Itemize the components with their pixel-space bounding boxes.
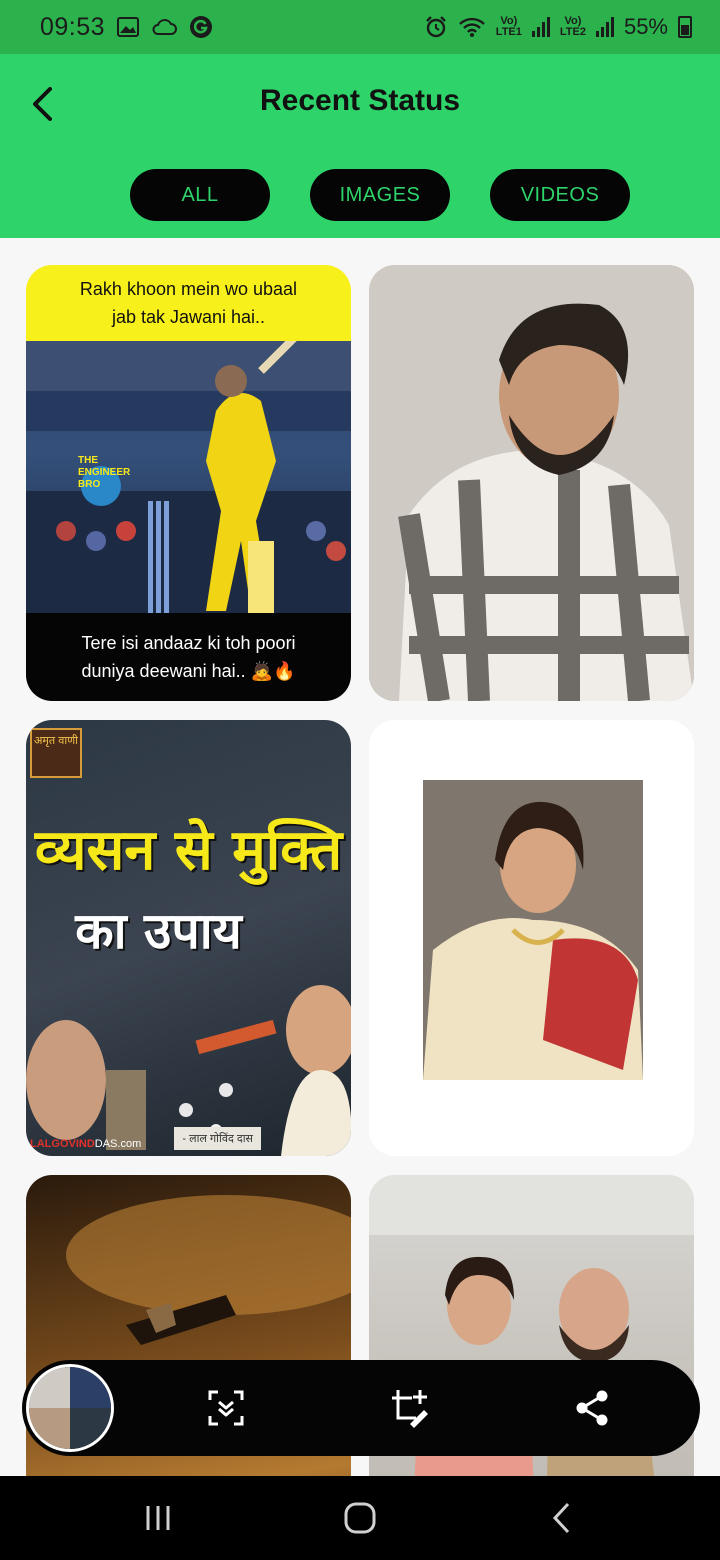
card-bottom-caption: Tere isi andaaz ki toh poori duniya deew… bbox=[26, 613, 351, 701]
website-label: LALGOVINDDAS.com bbox=[30, 1138, 141, 1150]
g-icon bbox=[189, 15, 213, 39]
status-card[interactable] bbox=[369, 720, 694, 1156]
caption-line: duniya deewani hai.. 🙇🔥 bbox=[81, 661, 296, 681]
home-icon bbox=[344, 1502, 376, 1534]
system-nav-bar bbox=[0, 1476, 720, 1560]
signal-icon bbox=[531, 17, 550, 37]
status-bar: 09:53 Vo) LTE1 Vo) LTE2 55% bbox=[0, 0, 720, 54]
wifi-icon bbox=[458, 16, 486, 38]
status-time: 09:53 bbox=[40, 12, 106, 41]
recent-apps-button[interactable] bbox=[138, 1498, 178, 1538]
nav-back-button[interactable] bbox=[542, 1498, 582, 1538]
preview-tile bbox=[70, 1367, 111, 1408]
share-button[interactable] bbox=[570, 1386, 614, 1430]
crop-edit-icon bbox=[392, 1390, 428, 1428]
logo-text: THE ENGINEER BRO bbox=[78, 455, 131, 490]
man-photo bbox=[369, 265, 694, 701]
selected-preview-thumbnail[interactable] bbox=[26, 1364, 114, 1452]
sim2-label: Vo) LTE2 bbox=[559, 15, 586, 38]
caption-line: jab tak Jawani hai.. bbox=[111, 307, 266, 327]
gallery-icon bbox=[117, 17, 140, 37]
screen: 09:53 Vo) LTE1 Vo) LTE2 55% Recent Statu… bbox=[0, 0, 720, 1560]
download-button[interactable] bbox=[204, 1386, 248, 1430]
battery-percent: 55% bbox=[623, 14, 668, 39]
speaker-caption: - लाल गोविंद दास bbox=[174, 1127, 261, 1150]
preview-tile bbox=[29, 1408, 70, 1449]
channel-logo: THE ENGINEER BRO bbox=[78, 455, 152, 495]
preview-tile bbox=[29, 1367, 70, 1408]
woman-photo bbox=[423, 780, 643, 1080]
channel-badge: अमृत वाणी bbox=[30, 728, 82, 778]
site-prefix: LALGOVIND bbox=[30, 1138, 95, 1150]
preview-tile bbox=[70, 1408, 111, 1449]
poster-headline: व्यसन से मुक्ति bbox=[34, 818, 343, 883]
home-button[interactable] bbox=[340, 1498, 380, 1538]
poster-subheadline: का उपाय bbox=[75, 902, 242, 960]
caption-line: Rakh khoon mein wo ubaal bbox=[79, 279, 298, 299]
status-card[interactable]: Rakh khoon mein wo ubaal jab tak Jawani … bbox=[26, 265, 351, 701]
tab-all[interactable]: ALL bbox=[130, 169, 270, 221]
cricket-photo bbox=[26, 341, 351, 613]
alarm-icon bbox=[424, 15, 448, 39]
crop-edit-button[interactable] bbox=[388, 1386, 432, 1430]
filter-tabs: ALL IMAGES VIDEOS bbox=[130, 169, 630, 221]
action-bar bbox=[22, 1360, 700, 1456]
back-icon bbox=[552, 1502, 570, 1534]
battery-icon bbox=[678, 16, 692, 38]
tab-images[interactable]: IMAGES bbox=[310, 169, 450, 221]
cloud-icon bbox=[151, 18, 177, 36]
download-icon bbox=[208, 1390, 244, 1426]
signal-icon bbox=[595, 17, 614, 37]
site-suffix: DAS.com bbox=[94, 1138, 142, 1150]
page-title: Recent Status bbox=[259, 84, 461, 117]
caption-line: Tere isi andaaz ki toh poori bbox=[81, 633, 296, 653]
app-header: Recent Status ALL IMAGES VIDEOS bbox=[0, 54, 720, 238]
sim1-label: Vo) LTE1 bbox=[495, 15, 522, 38]
recent-apps-icon bbox=[146, 1506, 170, 1530]
card-top-caption: Rakh khoon mein wo ubaal jab tak Jawani … bbox=[26, 265, 351, 341]
share-icon bbox=[576, 1390, 608, 1426]
status-card[interactable] bbox=[369, 265, 694, 701]
tab-videos[interactable]: VIDEOS bbox=[490, 169, 630, 221]
status-card[interactable]: अमृत वाणी व्यसन से मुक्ति का उपाय - लाल … bbox=[26, 720, 351, 1156]
